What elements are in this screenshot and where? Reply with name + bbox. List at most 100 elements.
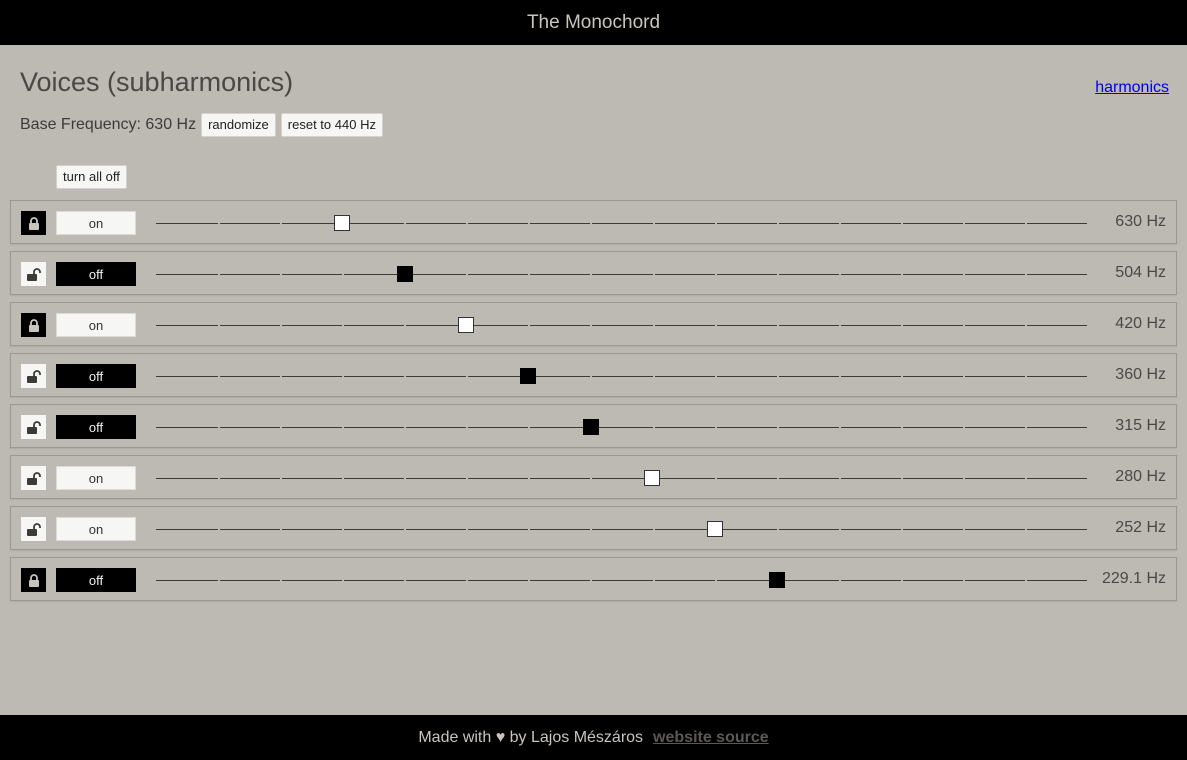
- slider-tick: [218, 221, 220, 225]
- slider-tick: [218, 527, 220, 531]
- slider-tick: [839, 374, 841, 378]
- frequency-slider[interactable]: [156, 558, 1087, 600]
- slider-tick: [218, 272, 220, 276]
- lock-icon[interactable]: [21, 568, 46, 592]
- slider-thumb[interactable]: [769, 572, 785, 588]
- unlock-icon[interactable]: [21, 466, 46, 490]
- voice-toggle-button[interactable]: off: [56, 568, 136, 592]
- slider-tick: [839, 476, 841, 480]
- slider-tick: [404, 374, 406, 378]
- slider-tick: [777, 476, 779, 480]
- randomize-button[interactable]: randomize: [201, 113, 276, 137]
- lock-icon[interactable]: [21, 313, 46, 337]
- frequency-slider[interactable]: [156, 405, 1087, 447]
- harmonics-link[interactable]: harmonics: [1095, 79, 1169, 97]
- app-title: The Monochord: [526, 11, 661, 33]
- voice-frequency-label: 252 Hz: [1115, 519, 1166, 536]
- voice-row: off 315 Hz: [10, 404, 1177, 448]
- slider-tick: [839, 578, 841, 582]
- slider-thumb[interactable]: [397, 266, 413, 282]
- voice-toggle-button[interactable]: off: [56, 415, 136, 439]
- slider-tick: [653, 578, 655, 582]
- slider-tick: [528, 476, 530, 480]
- base-frequency-row: Base Frequency: 630 Hz randomize reset t…: [20, 113, 383, 137]
- turn-all-off-button[interactable]: turn all off: [56, 165, 127, 189]
- slider-tick: [777, 221, 779, 225]
- slider-tick: [963, 272, 965, 276]
- slider-tick: [839, 221, 841, 225]
- voice-frequency-label: 280 Hz: [1115, 468, 1166, 485]
- slider-track: [156, 427, 1087, 428]
- voice-row: on 630 Hz: [10, 200, 1177, 244]
- slider-tick: [590, 323, 592, 327]
- voice-toggle-button[interactable]: on: [56, 517, 136, 541]
- slider-tick: [342, 476, 344, 480]
- slider-tick: [342, 323, 344, 327]
- slider-tick: [280, 221, 282, 225]
- voice-toggle-button[interactable]: off: [56, 364, 136, 388]
- footer-credit: Made with ♥ by Lajos Mészáros: [418, 728, 644, 746]
- slider-tick: [280, 374, 282, 378]
- slider-tick: [404, 323, 406, 327]
- voice-frequency-label: 420 Hz: [1115, 315, 1166, 332]
- slider-tick: [901, 425, 903, 429]
- slider-tick: [466, 272, 468, 276]
- slider-tick: [777, 272, 779, 276]
- slider-tick: [218, 476, 220, 480]
- page-title: Voices (subharmonics): [20, 67, 294, 97]
- voice-toggle-button[interactable]: on: [56, 211, 136, 235]
- slider-tick: [901, 527, 903, 531]
- slider-tick: [280, 272, 282, 276]
- slider-tick: [715, 578, 717, 582]
- unlock-icon[interactable]: [21, 364, 46, 388]
- slider-tick: [1025, 272, 1027, 276]
- voice-toggle-button[interactable]: on: [56, 313, 136, 337]
- slider-tick: [839, 272, 841, 276]
- frequency-slider[interactable]: [156, 201, 1087, 243]
- slider-tick: [280, 425, 282, 429]
- slider-track: [156, 478, 1087, 479]
- slider-thumb[interactable]: [520, 368, 536, 384]
- slider-tick: [342, 527, 344, 531]
- slider-tick: [218, 374, 220, 378]
- slider-tick: [839, 527, 841, 531]
- slider-track: [156, 274, 1087, 275]
- unlock-icon[interactable]: [21, 415, 46, 439]
- voice-list: on 630 Hz off 504 Hz on 420 Hz off 360 Hz off 315…: [10, 200, 1177, 608]
- slider-thumb[interactable]: [644, 470, 660, 486]
- slider-thumb[interactable]: [458, 317, 474, 333]
- slider-thumb[interactable]: [707, 521, 723, 537]
- lock-icon[interactable]: [21, 211, 46, 235]
- frequency-slider[interactable]: [156, 354, 1087, 396]
- website-source-link[interactable]: website source: [653, 729, 769, 747]
- slider-tick: [1025, 221, 1027, 225]
- voice-toggle-button[interactable]: on: [56, 466, 136, 490]
- slider-tick: [404, 578, 406, 582]
- frequency-slider[interactable]: [156, 252, 1087, 294]
- slider-tick: [963, 578, 965, 582]
- voice-row: off 360 Hz: [10, 353, 1177, 397]
- slider-tick: [528, 272, 530, 276]
- slider-tick: [466, 425, 468, 429]
- slider-tick: [653, 374, 655, 378]
- slider-tick: [777, 374, 779, 378]
- slider-tick: [901, 476, 903, 480]
- frequency-slider[interactable]: [156, 507, 1087, 549]
- voice-row: on 280 Hz: [10, 455, 1177, 499]
- slider-thumb[interactable]: [583, 419, 599, 435]
- slider-tick: [466, 476, 468, 480]
- voice-frequency-label: 229.1 Hz: [1101, 570, 1166, 587]
- frequency-slider[interactable]: [156, 456, 1087, 498]
- voice-toggle-button[interactable]: off: [56, 262, 136, 286]
- slider-tick: [963, 527, 965, 531]
- unlock-icon[interactable]: [21, 517, 46, 541]
- slider-track: [156, 580, 1087, 581]
- slider-tick: [715, 221, 717, 225]
- top-bar: The Monochord: [0, 0, 1187, 45]
- slider-thumb[interactable]: [334, 215, 350, 231]
- slider-tick: [901, 323, 903, 327]
- reset-frequency-button[interactable]: reset to 440 Hz: [280, 113, 383, 137]
- frequency-slider[interactable]: [156, 303, 1087, 345]
- unlock-icon[interactable]: [21, 262, 46, 286]
- slider-tick: [715, 272, 717, 276]
